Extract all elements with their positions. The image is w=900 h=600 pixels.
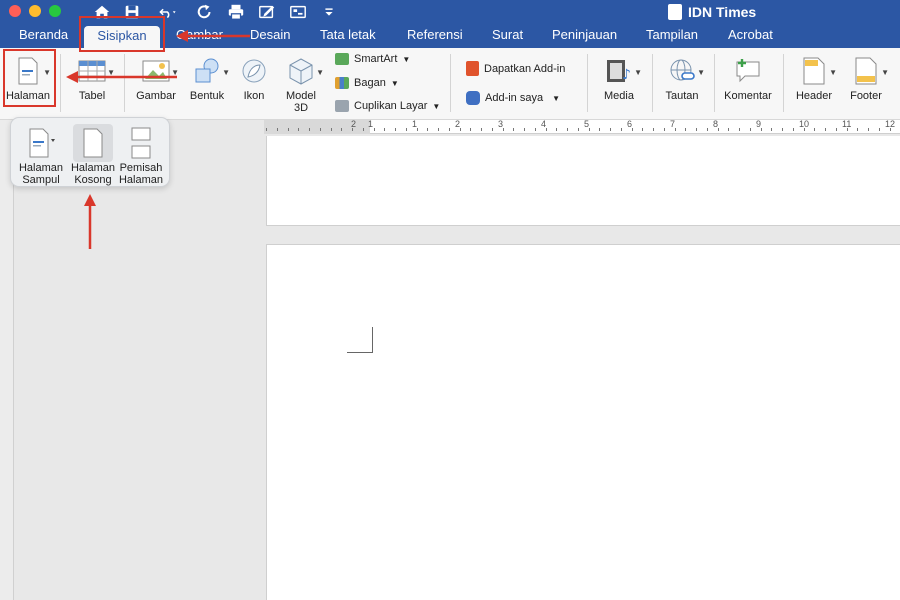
arrow-to-halaman-kosong bbox=[84, 194, 96, 249]
annotation-arrows bbox=[66, 30, 250, 249]
arrow-to-sisipkan bbox=[176, 30, 250, 42]
arrow-to-halaman bbox=[66, 71, 177, 83]
